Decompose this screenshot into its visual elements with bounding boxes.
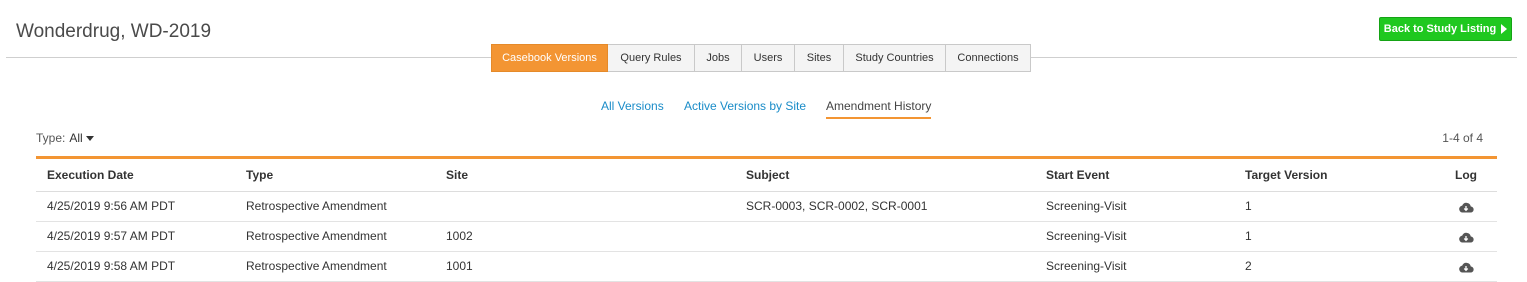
column-header-type[interactable]: Type xyxy=(235,159,435,192)
cell-execution-date: 4/25/2019 9:57 AM PDT xyxy=(36,221,235,252)
cell-execution-date: 4/25/2019 9:56 AM PDT xyxy=(36,191,235,222)
study-tabs: Casebook Versions Query Rules Jobs Users… xyxy=(491,44,1031,72)
subnav-amendment-history[interactable]: Amendment History xyxy=(826,99,932,119)
type-filter-dropdown[interactable]: All xyxy=(69,131,94,145)
cell-target-version: 1 xyxy=(1234,191,1435,222)
play-arrow-icon xyxy=(1501,24,1508,34)
versions-subnav: All Versions Active Versions by Site Ame… xyxy=(0,99,1527,119)
amendment-history-table: Execution Date Type Site Subject Start E… xyxy=(36,156,1497,282)
column-header-start-event[interactable]: Start Event xyxy=(1035,159,1234,192)
tab-casebook-versions[interactable]: Casebook Versions xyxy=(491,44,608,72)
table-header-row: Execution Date Type Site Subject Start E… xyxy=(36,159,1497,192)
table-row: 4/25/2019 9:56 AM PDT Retrospective Amen… xyxy=(36,191,1497,222)
cell-log xyxy=(1435,221,1497,252)
back-button-label: Back to Study Listing xyxy=(1383,23,1497,35)
cell-start-event: Screening-Visit xyxy=(1035,251,1234,282)
type-filter-label: Type: xyxy=(36,131,66,145)
tab-study-countries[interactable]: Study Countries xyxy=(844,44,946,72)
cell-subject: SCR-0003, SCR-0002, SCR-0001 xyxy=(735,191,1035,222)
cloud-download-icon[interactable] xyxy=(1458,261,1474,273)
subnav-active-versions-by-site[interactable]: Active Versions by Site xyxy=(684,99,806,113)
cell-start-event: Screening-Visit xyxy=(1035,221,1234,252)
table-row: 4/25/2019 9:58 AM PDT Retrospective Amen… xyxy=(36,251,1497,282)
cell-site: 1002 xyxy=(435,221,735,252)
cell-site: 1001 xyxy=(435,251,735,282)
page: Wonderdrug, WD-2019 Back to Study Listin… xyxy=(0,0,1527,282)
cell-subject xyxy=(735,251,1035,282)
cell-type: Retrospective Amendment xyxy=(235,191,435,222)
cell-log xyxy=(1435,251,1497,282)
caret-down-icon xyxy=(85,136,94,141)
cell-start-event: Screening-Visit xyxy=(1035,191,1234,222)
table-row: 4/25/2019 9:57 AM PDT Retrospective Amen… xyxy=(36,221,1497,252)
tab-users[interactable]: Users xyxy=(742,44,795,72)
result-count: 1-4 of 4 xyxy=(1442,131,1483,145)
tab-query-rules[interactable]: Query Rules xyxy=(608,44,695,72)
page-title: Wonderdrug, WD-2019 xyxy=(16,21,212,42)
cell-target-version: 1 xyxy=(1234,221,1435,252)
cell-type: Retrospective Amendment xyxy=(235,221,435,252)
cell-type: Retrospective Amendment xyxy=(235,251,435,282)
column-header-target-version[interactable]: Target Version xyxy=(1234,159,1435,192)
cell-log xyxy=(1435,191,1497,222)
cloud-download-icon[interactable] xyxy=(1458,201,1474,213)
tab-jobs[interactable]: Jobs xyxy=(695,44,742,72)
cell-subject xyxy=(735,221,1035,252)
column-header-site[interactable]: Site xyxy=(435,159,735,192)
cell-target-version: 2 xyxy=(1234,251,1435,282)
subnav-all-versions[interactable]: All Versions xyxy=(601,99,664,113)
tab-connections[interactable]: Connections xyxy=(946,44,1031,72)
cell-site xyxy=(435,191,735,222)
cell-execution-date: 4/25/2019 9:58 AM PDT xyxy=(36,251,235,282)
column-header-log: Log xyxy=(1435,159,1497,192)
back-to-study-listing-button[interactable]: Back to Study Listing xyxy=(1379,17,1512,41)
type-filter: Type: All xyxy=(36,131,94,145)
column-header-subject[interactable]: Subject xyxy=(735,159,1035,192)
column-header-execution-date[interactable]: Execution Date xyxy=(36,159,235,192)
type-filter-value: All xyxy=(69,131,83,145)
cloud-download-icon[interactable] xyxy=(1458,231,1474,243)
tab-sites[interactable]: Sites xyxy=(795,44,844,72)
